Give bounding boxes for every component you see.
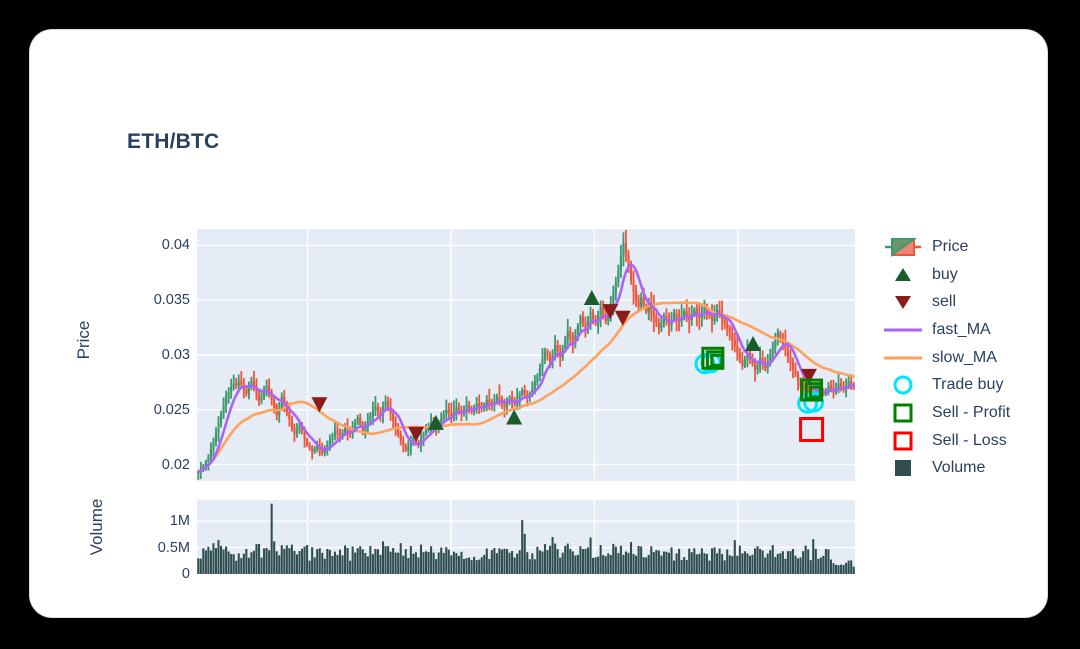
legend-item-label: Sell - Profit <box>932 403 1011 421</box>
legend-item-sell-profit[interactable]: Sell - Profit <box>882 399 1080 427</box>
page-title: ETH/BTC <box>127 130 220 153</box>
square-open-icon <box>882 430 924 452</box>
volume-tick-label: 0 <box>181 566 190 582</box>
circle-open-icon <box>882 374 924 396</box>
triangle-up-icon <box>882 264 924 286</box>
legend-item-label: sell <box>932 293 957 311</box>
volume-chart-svg <box>197 500 855 574</box>
chart-card: ETH/BTC Price Volume 0.04 0.035 0.03 0.025 0… <box>30 30 1047 617</box>
chart-legend: Price buy sell fast_MA slow_MA Trade buy Sell … <box>882 233 1080 482</box>
price-tick-label: 0.02 <box>161 456 190 473</box>
legend-item-label: Trade buy <box>932 376 1004 394</box>
legend-item-slow-ma[interactable]: slow_MA <box>882 344 1080 372</box>
legend-item-volume[interactable]: Volume <box>882 455 1080 483</box>
price-chart-svg <box>196 229 856 481</box>
volume-plot-area <box>197 500 855 574</box>
legend-item-fast-ma[interactable]: fast_MA <box>882 316 1080 344</box>
price-tick-label: 0.025 <box>153 401 190 418</box>
legend-item-label: Volume <box>932 459 986 477</box>
legend-item-trade-buy[interactable]: Trade buy <box>882 371 1080 399</box>
line-icon <box>882 319 924 341</box>
price-plot-area <box>196 229 856 481</box>
legend-item-label: Sell - Loss <box>932 431 1007 449</box>
square-open-icon <box>882 402 924 424</box>
legend-item-label: slow_MA <box>932 348 997 366</box>
legend-item-label: Price <box>932 237 969 255</box>
price-tick-label: 0.03 <box>161 347 190 363</box>
volume-tick-label: 0.5M <box>157 539 190 556</box>
legend-item-buy[interactable]: buy <box>882 261 1080 289</box>
price-tick-label: 0.035 <box>153 292 190 309</box>
candlestick-icon <box>882 236 924 258</box>
legend-item-price[interactable]: Price <box>882 233 1080 261</box>
legend-item-sell[interactable]: sell <box>882 288 1080 316</box>
volume-tick-label: 1M <box>169 513 190 530</box>
square-filled-icon <box>882 457 924 479</box>
price-tick-label: 0.04 <box>161 237 190 254</box>
triangle-down-icon <box>882 291 924 313</box>
line-icon <box>882 347 924 369</box>
volume-axis-ticks: 1M 0.5M 0 <box>30 500 190 582</box>
price-axis-ticks: 0.04 0.035 0.03 0.025 0.02 <box>30 229 190 481</box>
legend-item-label: buy <box>932 265 958 283</box>
legend-item-sell-loss[interactable]: Sell - Loss <box>882 427 1080 455</box>
legend-item-label: fast_MA <box>932 320 991 338</box>
